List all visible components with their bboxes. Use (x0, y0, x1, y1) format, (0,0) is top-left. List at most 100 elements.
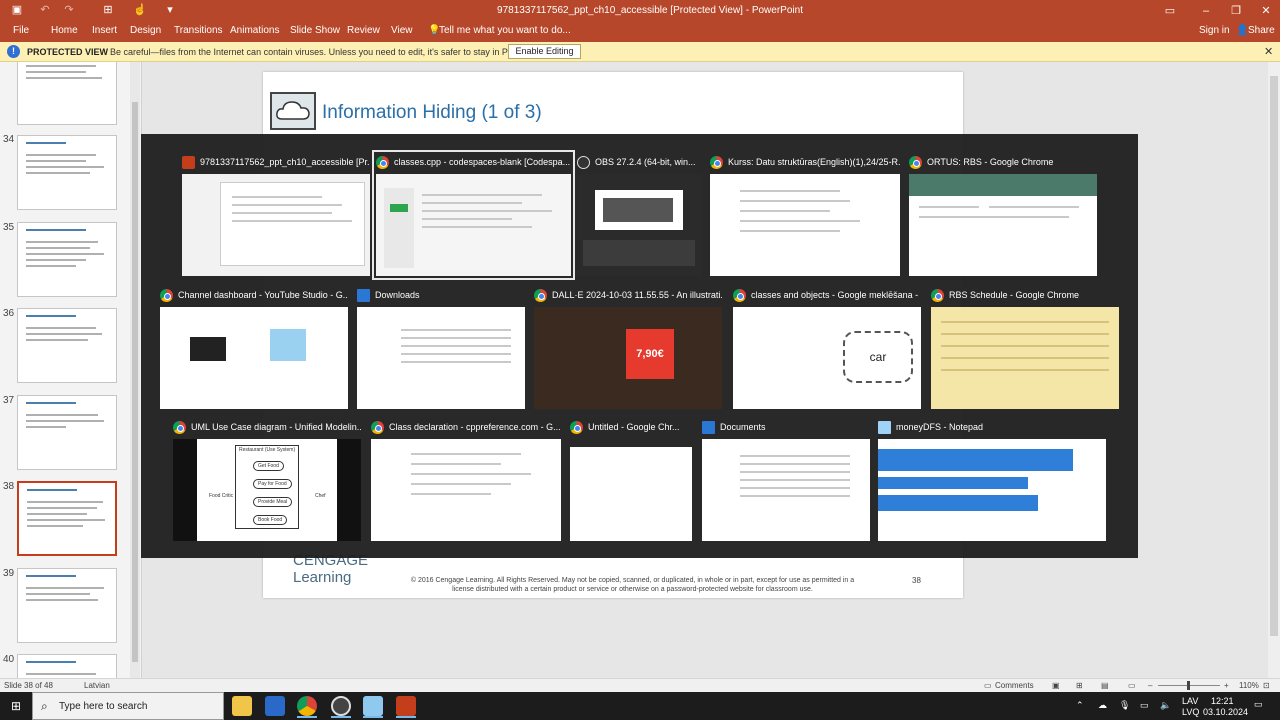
slide-sorter-icon[interactable]: ⊞ (1076, 681, 1083, 690)
window-thumbnail-cppreference[interactable]: Class declaration - cppreference.com - G… (371, 419, 561, 541)
fit-slide-icon[interactable]: ⊡ (1263, 681, 1270, 690)
document-title: 9781337117562_ppt_ch10_accessible [Prote… (497, 5, 803, 16)
slide-thumbnail[interactable] (17, 568, 117, 643)
cloud-icon (270, 92, 316, 130)
obs-icon[interactable] (331, 696, 351, 716)
enable-editing-button[interactable]: Enable Editing (508, 44, 581, 59)
slide-thumbnail-pane: 34 35 36 37 38 39 40 (0, 62, 142, 678)
tab-home[interactable]: Home (51, 25, 78, 36)
window-thumbnail-ortus[interactable]: ORTUS: RBS - Google Chrome (909, 154, 1097, 276)
window-thumbnail-downloads[interactable]: Downloads (357, 287, 525, 409)
window-thumbnail-obs[interactable]: OBS 27.2.4 (64-bit, win... (577, 154, 702, 276)
volume-icon[interactable]: 🔈 (1160, 700, 1171, 711)
keyboard-layout[interactable]: LVQ (1182, 707, 1199, 717)
undo-icon[interactable]: ↶ (38, 3, 52, 17)
window-thumbnail-google-search[interactable]: classes and objects - Google meklēšana -… (733, 287, 921, 409)
slide-thumbnail-selected[interactable] (17, 481, 117, 556)
window-title: Untitled - Google Chr... (588, 422, 680, 432)
window-title: RBS Schedule - Google Chrome (949, 290, 1080, 300)
tab-view[interactable]: View (391, 25, 413, 36)
slide-thumbnail[interactable] (17, 62, 117, 125)
zoom-slider-thumb[interactable] (1187, 681, 1190, 690)
window-preview (909, 174, 1097, 276)
slide-thumbnail[interactable] (17, 395, 117, 470)
tab-insert[interactable]: Insert (92, 25, 117, 36)
network-icon[interactable]: ▭ (1140, 700, 1149, 711)
search-icon: ⌕ (41, 699, 48, 713)
ribbon-display-icon[interactable]: ▭ (1160, 3, 1180, 19)
window-thumbnail-dalle[interactable]: DALL·E 2024-10-03 11.55.55 - An illustra… (534, 287, 722, 409)
tab-design[interactable]: Design (130, 25, 161, 36)
window-thumbnail-documents[interactable]: Documents (702, 419, 870, 541)
tab-animations[interactable]: Animations (230, 25, 279, 36)
thumbnail-scrollbar[interactable] (130, 62, 140, 678)
touch-mode-icon[interactable]: ☝ (133, 3, 147, 17)
tab-review[interactable]: Review (347, 25, 380, 36)
clock-time[interactable]: 12:21 (1211, 696, 1234, 706)
window-thumbnail-youtube-studio[interactable]: Channel dashboard - YouTube Studio - G..… (160, 287, 348, 409)
customize-icon[interactable]: ▾ (163, 3, 177, 17)
title-bar: ▣ ↶ ↷ ⊞ ☝ ▾ 9781337117562_ppt_ch10_acces… (0, 0, 1280, 22)
slide-page-number: 38 (912, 576, 921, 585)
tab-transitions[interactable]: Transitions (174, 25, 223, 36)
protected-view-message: Be careful—files from the Internet can c… (110, 47, 565, 57)
chrome-icon[interactable] (297, 696, 317, 716)
save-icon[interactable]: ▣ (10, 3, 24, 17)
tab-slide-show[interactable]: Slide Show (290, 25, 340, 36)
tab-file[interactable]: File (13, 25, 29, 36)
ribbon-tabs: File Home Insert Design Transitions Anim… (0, 22, 1280, 42)
window-preview (570, 447, 692, 541)
powerpoint-icon[interactable] (396, 696, 416, 716)
language-code[interactable]: LAV (1182, 696, 1198, 706)
window-thumbnail-notepad[interactable]: moneyDFS - Notepad (878, 419, 1106, 541)
taskbar-search-box[interactable]: ⌕ Type here to search (32, 692, 224, 720)
vertical-scrollbar[interactable] (1268, 62, 1280, 678)
minimize-icon[interactable]: – (1196, 3, 1216, 19)
clock-date[interactable]: 03.10.2024 (1203, 707, 1248, 717)
file-explorer-icon[interactable] (232, 696, 252, 716)
slide-thumbnail[interactable] (17, 135, 117, 210)
window-thumbnail-uml[interactable]: UML Use Case diagram - Unified Modelin..… (173, 419, 361, 541)
window-thumbnail-untitled[interactable]: Untitled - Google Chr... (570, 419, 692, 541)
slide-thumbnail[interactable] (17, 222, 117, 297)
zoom-out-icon[interactable]: – (1148, 681, 1152, 690)
window-thumbnail-kurss[interactable]: Kurss: Datu struktūras(English)(1),24/25… (710, 154, 900, 276)
window-preview (931, 307, 1119, 409)
microphone-icon[interactable]: 🎙 (1119, 700, 1130, 711)
zoom-level[interactable]: 110% (1239, 681, 1259, 690)
notifications-icon[interactable]: ▭ (1254, 699, 1263, 710)
language-indicator[interactable]: Latvian (84, 681, 110, 690)
slide-number: 39 (3, 568, 15, 579)
comments-button[interactable]: Comments (995, 681, 1034, 690)
share-icon: 👤 (1236, 25, 1249, 36)
reading-view-icon[interactable]: ▤ (1101, 681, 1109, 690)
slide-thumbnail[interactable] (17, 308, 117, 383)
tell-me-box[interactable]: Tell me what you want to do... (439, 25, 571, 36)
share-button[interactable]: Share (1248, 25, 1275, 36)
window-preview (878, 439, 1106, 541)
window-preview: Restaurant (Use System) Get Food Pay for… (173, 439, 361, 541)
chevron-up-icon[interactable]: ⌃ (1076, 700, 1084, 711)
restore-icon[interactable]: ❐ (1226, 3, 1246, 19)
close-icon[interactable]: ✕ (1264, 45, 1273, 58)
window-preview (710, 174, 900, 276)
onedrive-icon[interactable]: ☁ (1098, 700, 1107, 711)
windows-start-icon[interactable]: ⊞ (0, 692, 32, 720)
redo-icon[interactable]: ↷ (62, 3, 76, 17)
slide-thumbnail[interactable] (17, 654, 117, 678)
window-title: ORTUS: RBS - Google Chrome (927, 157, 1054, 167)
slide-show-icon[interactable]: ▭ (1128, 681, 1136, 690)
window-thumbnail-rbs-schedule[interactable]: RBS Schedule - Google Chrome (931, 287, 1119, 409)
video-editor-icon[interactable] (265, 696, 285, 716)
window-preview (160, 307, 348, 409)
zoom-in-icon[interactable]: + (1224, 681, 1229, 690)
normal-view-icon[interactable]: ▣ (1052, 681, 1060, 690)
window-preview: car (733, 307, 921, 409)
sign-in-link[interactable]: Sign in (1199, 25, 1230, 36)
start-from-beginning-icon[interactable]: ⊞ (101, 3, 115, 17)
close-icon[interactable]: ✕ (1256, 3, 1276, 19)
window-thumbnail-codespaces[interactable]: classes.cpp - codespaces-blank [Codespa.… (372, 150, 575, 280)
window-thumbnail-powerpoint[interactable]: 9781337117562_ppt_ch10_accessible [Pr... (182, 154, 370, 276)
notepad-icon[interactable] (363, 696, 383, 716)
slide-title: Information Hiding (1 of 3) (322, 102, 542, 123)
